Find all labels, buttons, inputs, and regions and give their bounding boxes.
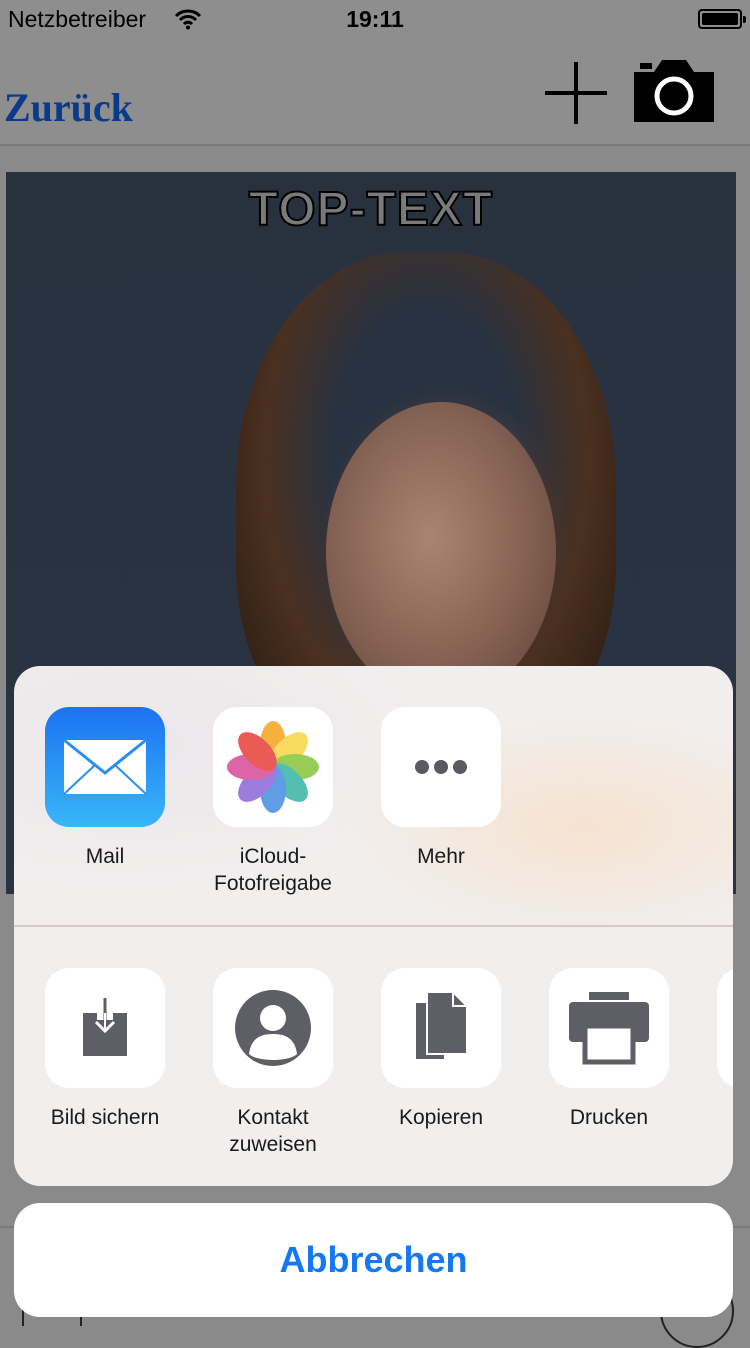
- share-app-more[interactable]: Mehr: [357, 707, 525, 870]
- share-app-label: iCloud- Fotofreigabe: [214, 845, 332, 895]
- action-print[interactable]: Drucken: [525, 968, 693, 1131]
- share-app-mail[interactable]: Mail: [21, 707, 189, 870]
- back-button[interactable]: Zurück: [4, 84, 133, 131]
- action-save-image[interactable]: Bild sichern: [21, 968, 189, 1131]
- meme-top-text[interactable]: TOP-TEXT: [6, 182, 736, 237]
- action-partial[interactable]: [693, 968, 733, 1088]
- copy-icon: [381, 968, 501, 1088]
- share-sheet: Mail iCloud- Fotofreigabe Mehr Bild sich…: [14, 666, 733, 1186]
- share-app-label: Mail: [85, 845, 125, 868]
- add-icon[interactable]: [545, 62, 607, 124]
- mail-icon: [45, 707, 165, 827]
- photo-face: [326, 402, 556, 702]
- action-label: Drucken: [569, 1106, 649, 1129]
- contact-icon: [213, 968, 333, 1088]
- more-icon: [381, 707, 501, 827]
- action-copy[interactable]: Kopieren: [357, 968, 525, 1131]
- battery-icon: [698, 9, 746, 29]
- camera-icon[interactable]: [632, 58, 716, 129]
- save-image-icon: [45, 968, 165, 1088]
- clock: 19:11: [346, 6, 404, 32]
- action-label: Bild sichern: [50, 1106, 160, 1129]
- photos-icon: [213, 707, 333, 827]
- sheet-divider: [14, 925, 733, 927]
- share-app-label: Mehr: [417, 845, 465, 868]
- partial-action-tile: [717, 968, 733, 1088]
- navigation-bar: Zurück: [0, 40, 750, 146]
- cancel-button[interactable]: Abbrechen: [14, 1203, 733, 1317]
- print-icon: [549, 968, 669, 1088]
- cancel-label: Abbrechen: [279, 1239, 468, 1280]
- action-label: Kopieren: [398, 1106, 484, 1129]
- status-bar: Netzbetreiber 19:11: [0, 0, 750, 40]
- action-label: Kontakt zuweisen: [229, 1106, 317, 1156]
- share-app-icloud-photo-sharing[interactable]: iCloud- Fotofreigabe: [189, 707, 357, 897]
- action-assign-contact[interactable]: Kontakt zuweisen: [189, 968, 357, 1158]
